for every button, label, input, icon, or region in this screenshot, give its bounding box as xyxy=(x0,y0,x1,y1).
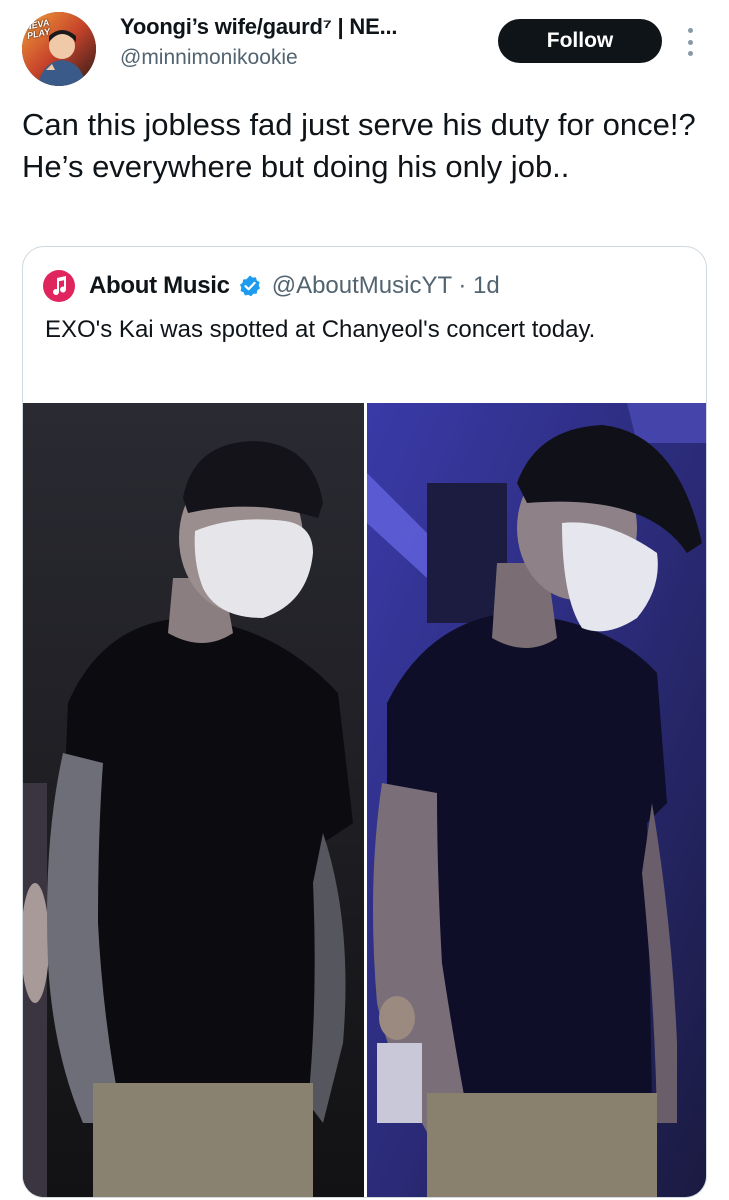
music-note-icon[interactable] xyxy=(43,270,75,302)
verified-badge-icon xyxy=(239,275,260,297)
quoted-tweet-text: EXO's Kai was spotted at Chanyeol's conc… xyxy=(45,316,596,343)
author-avatar[interactable]: NEVA PLAY xyxy=(22,12,96,86)
author-display-name[interactable]: Yoongi’s wife/gaurd⁷ | NE... xyxy=(120,14,480,40)
quoted-author-name[interactable]: About Music xyxy=(89,272,230,300)
photo-right[interactable] xyxy=(367,403,706,1197)
quoted-tweet[interactable]: About Music @AboutMusicYT · 1d EXO's Kai… xyxy=(22,246,707,1198)
quoted-handle-time[interactable]: @AboutMusicYT · 1d xyxy=(272,272,500,300)
quoted-tweet-header: About Music @AboutMusicYT · 1d xyxy=(43,269,500,303)
author-handle[interactable]: @minnimonikookie xyxy=(120,46,480,70)
tweet-text: Can this jobless fad just serve his duty… xyxy=(22,107,696,184)
follow-button[interactable]: Follow xyxy=(498,19,662,63)
tweet-header: NEVA PLAY Yoongi’s wife/gaurd⁷ | NE... @… xyxy=(0,0,729,100)
author-names: Yoongi’s wife/gaurd⁷ | NE... @minnimonik… xyxy=(120,14,480,70)
more-vertical-icon[interactable] xyxy=(680,24,700,60)
photo-left[interactable] xyxy=(23,403,364,1197)
